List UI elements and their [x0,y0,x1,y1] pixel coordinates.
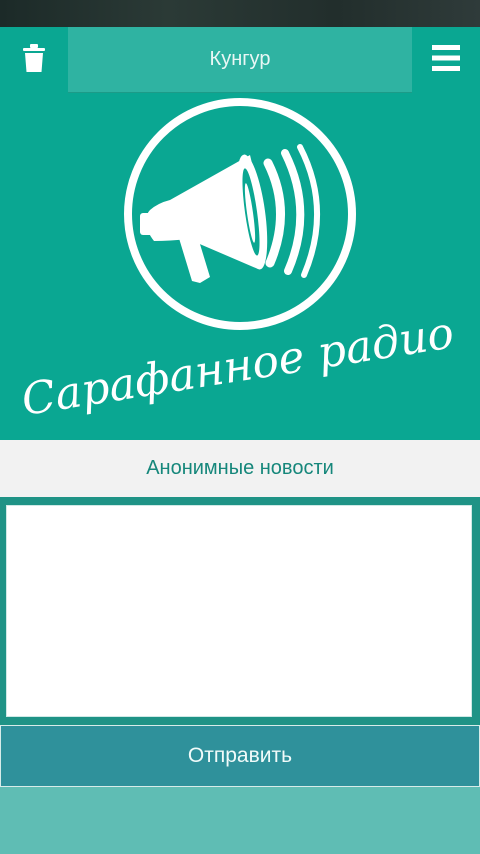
section-title: Анонимные новости [0,440,480,497]
menu-button[interactable] [412,27,480,93]
status-bar [0,0,480,27]
banner: Сарафанное радио [0,93,480,440]
submit-button[interactable]: Отправить [0,725,480,787]
bottom-area [0,787,480,854]
news-textarea[interactable] [6,505,472,717]
page-title: Кунгур [68,27,412,93]
trash-icon [22,43,46,78]
menu-icon [432,44,460,76]
delete-button[interactable] [0,27,68,93]
megaphone-icon [140,144,320,283]
news-form [0,497,480,725]
top-bar: Кунгур [0,27,480,93]
